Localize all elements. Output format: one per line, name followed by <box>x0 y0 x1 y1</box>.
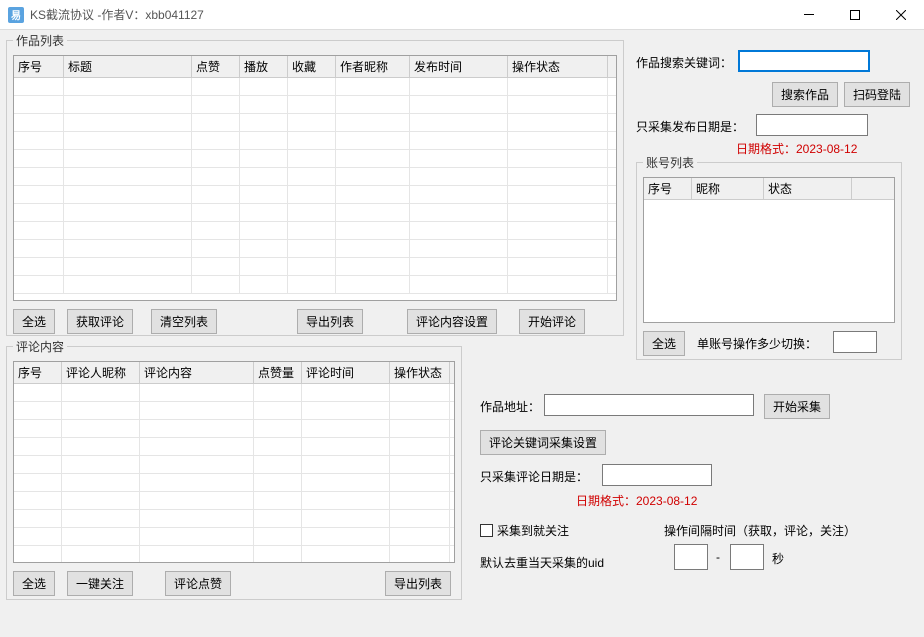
col-fav[interactable]: 收藏 <box>288 56 336 77</box>
interval-unit: 秒 <box>772 550 784 567</box>
export-comments-button[interactable]: 导出列表 <box>385 571 451 596</box>
work-url-input[interactable] <box>544 394 754 416</box>
search-input[interactable] <box>738 50 870 72</box>
follow-on-collect-label: 采集到就关注 <box>497 522 569 539</box>
ccol-status[interactable]: 操作状态 <box>390 362 450 383</box>
works-table-header: 序号 标题 点赞 播放 收藏 作者昵称 发布时间 操作状态 <box>14 56 616 78</box>
export-works-button[interactable]: 导出列表 <box>297 309 363 334</box>
col-seq[interactable]: 序号 <box>14 56 64 77</box>
comment-date-input[interactable] <box>602 464 712 486</box>
accounts-table[interactable]: 序号 昵称 状态 <box>643 177 895 323</box>
window-title: KS截流协议 -作者V：xbb041127 <box>30 6 786 23</box>
titlebar: 易 KS截流协议 -作者V：xbb041127 <box>0 0 924 30</box>
pub-date-input[interactable] <box>756 114 868 136</box>
search-label: 作品搜索关键词： <box>636 54 732 71</box>
minimize-button[interactable] <box>786 0 832 30</box>
ccol-time[interactable]: 评论时间 <box>302 362 390 383</box>
one-click-follow-button[interactable]: 一键关注 <box>67 571 133 596</box>
maximize-button[interactable] <box>832 0 878 30</box>
comment-date-label: 只采集评论日期是： <box>480 468 588 485</box>
ccol-like[interactable]: 点赞量 <box>254 362 302 383</box>
comments-table-header: 序号 评论人昵称 评论内容 点赞量 评论时间 操作状态 <box>14 362 454 384</box>
follow-on-collect-checkbox[interactable]: 采集到就关注 <box>480 522 569 539</box>
accounts-select-all-button[interactable]: 全选 <box>643 331 685 356</box>
works-group-title: 作品列表 <box>13 32 67 49</box>
default-dedup-hint: 默认去重当天采集的uid <box>480 554 604 571</box>
comment-date-hint: 日期格式：2023-08-12 <box>576 492 697 509</box>
ccol-seq[interactable]: 序号 <box>14 362 62 383</box>
app-icon: 易 <box>8 7 24 23</box>
comments-select-all-button[interactable]: 全选 <box>13 571 55 596</box>
interval-max-input[interactable] <box>730 544 764 570</box>
col-pubtime[interactable]: 发布时间 <box>410 56 508 77</box>
comments-group-title: 评论内容 <box>13 338 67 355</box>
checkbox-icon <box>480 524 493 537</box>
interval-label: 操作间隔时间（获取，评论，关注） <box>664 522 856 539</box>
comment-like-button[interactable]: 评论点赞 <box>165 571 231 596</box>
pub-date-label: 只采集发布日期是： <box>636 118 744 135</box>
acol-seq[interactable]: 序号 <box>644 178 692 199</box>
comments-group: 评论内容 序号 评论人昵称 评论内容 点赞量 评论时间 操作状态 全选 一键关注… <box>6 346 462 600</box>
works-group: 作品列表 序号 标题 点赞 播放 收藏 作者昵称 发布时间 操作状态 全选 获取… <box>6 40 624 336</box>
ccol-nick[interactable]: 评论人昵称 <box>62 362 140 383</box>
acol-nick[interactable]: 昵称 <box>692 178 764 199</box>
start-collect-button[interactable]: 开始采集 <box>764 394 830 419</box>
clear-list-button[interactable]: 清空列表 <box>151 309 217 334</box>
works-select-all-button[interactable]: 全选 <box>13 309 55 334</box>
single-acct-switch-label: 单账号操作多少切换： <box>697 335 817 352</box>
col-title[interactable]: 标题 <box>64 56 192 77</box>
col-play[interactable]: 播放 <box>240 56 288 77</box>
interval-sep: - <box>716 550 720 564</box>
get-comments-button[interactable]: 获取评论 <box>67 309 133 334</box>
col-status[interactable]: 操作状态 <box>508 56 608 77</box>
work-url-label: 作品地址： <box>480 398 540 415</box>
acol-status[interactable]: 状态 <box>764 178 852 199</box>
works-table[interactable]: 序号 标题 点赞 播放 收藏 作者昵称 发布时间 操作状态 <box>13 55 617 301</box>
search-works-button[interactable]: 搜索作品 <box>772 82 838 107</box>
close-button[interactable] <box>878 0 924 30</box>
start-comment-button[interactable]: 开始评论 <box>519 309 585 334</box>
col-like[interactable]: 点赞 <box>192 56 240 77</box>
scan-login-button[interactable]: 扫码登陆 <box>844 82 910 107</box>
pub-date-hint: 日期格式：2023-08-12 <box>736 140 857 157</box>
accounts-group-title: 账号列表 <box>643 154 697 171</box>
accounts-group: 账号列表 序号 昵称 状态 全选 单账号操作多少切换： <box>636 162 902 360</box>
col-author[interactable]: 作者昵称 <box>336 56 410 77</box>
comment-content-settings-button[interactable]: 评论内容设置 <box>407 309 497 334</box>
single-acct-switch-input[interactable] <box>833 331 877 353</box>
interval-min-input[interactable] <box>674 544 708 570</box>
ccol-content[interactable]: 评论内容 <box>140 362 254 383</box>
comments-table[interactable]: 序号 评论人昵称 评论内容 点赞量 评论时间 操作状态 <box>13 361 455 563</box>
accounts-table-header: 序号 昵称 状态 <box>644 178 894 200</box>
comment-kw-settings-button[interactable]: 评论关键词采集设置 <box>480 430 606 455</box>
